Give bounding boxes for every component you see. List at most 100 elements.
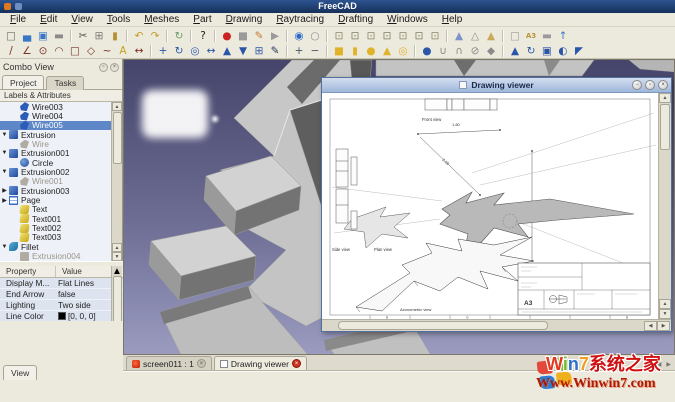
scrollbar-thumb[interactable] <box>338 321 548 330</box>
new-sheet-button[interactable]: □ <box>507 29 523 43</box>
part-torus-button[interactable]: ◎ <box>395 44 411 58</box>
tree-item-extrusion003[interactable]: ▶Extrusion003 <box>0 186 112 195</box>
part-section-button[interactable]: ◆ <box>483 44 499 58</box>
panel-close-icon[interactable]: × <box>110 63 119 72</box>
expand-icon[interactable]: ▶ <box>0 197 9 204</box>
part-extrude-button[interactable]: ▲ <box>507 44 523 58</box>
macro-stop-button[interactable]: ■ <box>235 29 251 43</box>
whats-this-button[interactable]: ? <box>195 29 211 43</box>
draft-line-button[interactable]: / <box>3 44 19 58</box>
refresh-button[interactable]: ↻ <box>171 29 187 43</box>
menu-file[interactable]: File <box>3 14 33 25</box>
menu-windows[interactable]: Windows <box>380 14 435 25</box>
open-file-button[interactable]: ▄ <box>19 29 35 43</box>
mdi-tab-screen011-1[interactable]: screen011 : 1× <box>126 356 212 370</box>
tab-view[interactable]: View <box>3 365 37 380</box>
draft-dimension-button[interactable]: ↔ <box>131 44 147 58</box>
scroll-right-icon[interactable]: ▶ <box>657 321 670 331</box>
3d-viewport[interactable]: Drawing viewer − ▫ × B G B <box>123 59 675 355</box>
part-common-button[interactable]: ∩ <box>451 44 467 58</box>
property-row[interactable]: LightingTwo side <box>0 300 123 311</box>
draft-move-button[interactable]: + <box>155 44 171 58</box>
cut-button[interactable]: ✂ <box>75 29 91 43</box>
collapse-icon[interactable]: ▼ <box>0 169 9 175</box>
tree-item-extrusion001[interactable]: ▼Extrusion001 <box>0 149 112 158</box>
menu-raytracing[interactable]: Raytracing <box>269 14 331 25</box>
new-file-button[interactable]: □ <box>3 29 19 43</box>
scroll-left-icon[interactable]: ◀ <box>644 321 657 331</box>
delete-point-button[interactable]: − <box>307 44 323 58</box>
part-cut-button[interactable]: ⊘ <box>467 44 483 58</box>
part-primitives-button[interactable]: ● <box>419 44 435 58</box>
macro-play-button[interactable]: ▶ <box>267 29 283 43</box>
part-chamfer-button[interactable]: ◤ <box>571 44 587 58</box>
mdi-tab-drawing-viewer[interactable]: Drawing viewer× <box>214 356 307 370</box>
menu-view[interactable]: View <box>64 14 100 25</box>
drawing-hscrollbar[interactable]: ◀ ▶ <box>322 319 671 331</box>
export-sheet-button[interactable]: ↑ <box>555 29 571 43</box>
menu-help[interactable]: Help <box>435 14 470 25</box>
property-row[interactable]: Display M...Flat Lines <box>0 278 123 289</box>
tree-item-wire004[interactable]: Wire004 <box>0 111 112 120</box>
part-cylinder-button[interactable]: ▮ <box>347 44 363 58</box>
expand-icon[interactable]: ▶ <box>0 187 9 194</box>
panel-float-icon[interactable]: ▫ <box>99 63 108 72</box>
tree-item-extrusion[interactable]: ▼Extrusion <box>0 130 112 139</box>
paste-button[interactable]: ▮ <box>107 29 123 43</box>
property-value[interactable]: [0, 0, 0] <box>56 311 96 321</box>
redo-button[interactable]: ↷ <box>147 29 163 43</box>
tree-item-text002[interactable]: Text002 <box>0 223 112 232</box>
part-mirror-button[interactable]: ▣ <box>539 44 555 58</box>
draft-arc-button[interactable]: ◠ <box>51 44 67 58</box>
scrollbar-thumb[interactable] <box>660 104 670 150</box>
scrollbar-thumb[interactable] <box>113 112 122 164</box>
collapse-icon[interactable]: ▼ <box>0 244 9 250</box>
view-rear-button[interactable]: ⊡ <box>395 29 411 43</box>
new-a3-sheet-button[interactable]: A3 <box>523 29 539 43</box>
tree-item-text001[interactable]: Text001 <box>0 214 112 223</box>
view-top-button[interactable]: ⊡ <box>363 29 379 43</box>
tree-item-text003[interactable]: Text003 <box>0 233 112 242</box>
tree-item-text[interactable]: Text <box>0 205 112 214</box>
scroll-down-icon[interactable]: ▼ <box>112 252 122 261</box>
undo-button[interactable]: ↶ <box>131 29 147 43</box>
menu-meshes[interactable]: Meshes <box>137 14 186 25</box>
drawing-icon-3-button[interactable]: ▲ <box>483 29 499 43</box>
drawing-viewer-window[interactable]: Drawing viewer − ▫ × B G B <box>321 77 672 332</box>
property-value[interactable]: Two side <box>56 300 91 310</box>
scroll-up-icon[interactable]: ▲ <box>659 299 671 309</box>
tree-item-circle[interactable]: Circle <box>0 158 112 167</box>
drawing-viewer-titlebar[interactable]: Drawing viewer − ▫ × <box>322 78 671 93</box>
draft-downgrade-button[interactable]: ▼ <box>235 44 251 58</box>
menu-edit[interactable]: Edit <box>33 14 64 25</box>
property-value[interactable]: false <box>56 289 76 299</box>
maximize-icon[interactable]: ▫ <box>645 80 655 90</box>
tree-item-page[interactable]: ▶Page <box>0 195 112 204</box>
part-box-button[interactable]: ■ <box>331 44 347 58</box>
draft-offset-button[interactable]: ↔ <box>203 44 219 58</box>
tree-item-wire[interactable]: Wire <box>0 139 112 148</box>
close-icon[interactable]: × <box>658 80 668 90</box>
scroll-up-icon[interactable]: ▲ <box>112 243 122 252</box>
part-sphere-button[interactable]: ● <box>363 44 379 58</box>
draft-rotate-button[interactable]: ↻ <box>171 44 187 58</box>
tree-item-wire005[interactable]: Wire005 <box>0 121 112 130</box>
draft-edit-button[interactable]: ✎ <box>267 44 283 58</box>
part-union-button[interactable]: ∪ <box>435 44 451 58</box>
copy-button[interactable]: ⊞ <box>91 29 107 43</box>
tree-item-extrusion002[interactable]: ▼Extrusion002 <box>0 167 112 176</box>
view-left-button[interactable]: ⊡ <box>427 29 443 43</box>
scroll-up-icon[interactable]: ▲ <box>659 93 671 103</box>
part-fillet-button[interactable]: ◐ <box>555 44 571 58</box>
tab-project[interactable]: Project <box>2 75 44 89</box>
tree-item-extrusion004[interactable]: Extrusion004 <box>0 252 112 261</box>
drawing-icon-1-button[interactable]: ▲ <box>451 29 467 43</box>
collapse-icon[interactable]: ▼ <box>0 132 9 138</box>
draft-upgrade-button[interactable]: ▲ <box>219 44 235 58</box>
menu-drafting[interactable]: Drafting <box>331 14 380 25</box>
view-right-button[interactable]: ⊡ <box>379 29 395 43</box>
draft-bspline-button[interactable]: ~ <box>99 44 115 58</box>
menu-part[interactable]: Part <box>186 14 218 25</box>
property-row[interactable]: End Arrowfalse <box>0 289 123 300</box>
minimize-icon[interactable]: − <box>632 80 642 90</box>
